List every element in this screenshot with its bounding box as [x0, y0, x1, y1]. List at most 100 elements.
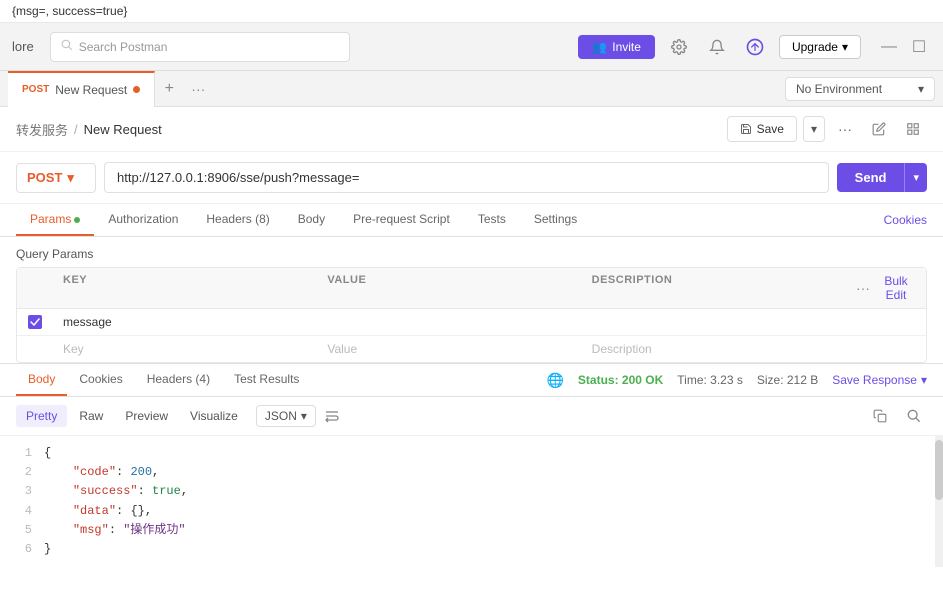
query-params-label: Query Params	[16, 247, 927, 261]
tab-pre-request[interactable]: Pre-request Script	[339, 204, 464, 236]
save-button[interactable]: Save	[727, 116, 797, 142]
code-view[interactable]: 1 2 3 4 5 6 { "code": 200, "success": tr…	[0, 436, 935, 567]
params-more-button[interactable]: ···	[856, 280, 870, 296]
header-value: VALUE	[317, 268, 581, 308]
code-line-6: }	[44, 540, 919, 559]
save-response-button[interactable]: Save Response ▾	[832, 373, 927, 387]
save-label: Save	[757, 122, 784, 136]
status-text: Status: 200 OK	[578, 373, 663, 387]
minimize-button[interactable]: —	[877, 35, 901, 59]
tab-method-label: POST	[22, 84, 49, 95]
scrollbar-thumb[interactable]	[935, 440, 943, 500]
empty-value-cell[interactable]: Value	[317, 336, 581, 362]
maximize-button[interactable]: ☐	[907, 35, 931, 59]
tab-params[interactable]: Params	[16, 204, 94, 236]
invite-icon: 👥	[592, 40, 607, 54]
save-dropdown-button[interactable]: ▾	[803, 116, 825, 142]
tab-name: New Request	[55, 83, 127, 97]
res-tab-headers[interactable]: Headers (4)	[135, 364, 222, 396]
param-key-cell[interactable]: message	[53, 309, 317, 335]
fmt-pretty[interactable]: Pretty	[16, 405, 67, 427]
fmt-visualize[interactable]: Visualize	[180, 405, 248, 427]
env-label: No Environment	[796, 82, 882, 96]
time-text: Time: 3.23 s	[677, 373, 743, 387]
wrap-lines-button[interactable]	[318, 406, 346, 426]
send-button[interactable]: Send	[837, 163, 905, 192]
upgrade-button[interactable]: Upgrade ▾	[779, 35, 861, 59]
params-table-header: KEY VALUE DESCRIPTION ··· Bulk Edit	[17, 268, 926, 309]
code-line-1: {	[44, 444, 919, 463]
sync-button[interactable]	[741, 33, 769, 61]
scrollbar-track[interactable]	[935, 436, 943, 567]
title-bar: {msg=, success=true}	[0, 0, 943, 23]
tab-headers[interactable]: Headers (8)	[192, 204, 283, 236]
url-bar: POST ▾ Send ▾	[0, 152, 943, 204]
param-key-value: message	[63, 315, 112, 329]
tab-tests[interactable]: Tests	[464, 204, 520, 236]
param-checkbox[interactable]	[28, 315, 42, 329]
environment-selector[interactable]: No Environment ▾	[785, 77, 935, 101]
param-checkbox-cell[interactable]	[17, 309, 53, 335]
code-line-5: "msg": "操作成功"	[44, 521, 919, 540]
breadcrumb-current: New Request	[84, 122, 162, 137]
send-group: Send ▾	[837, 163, 927, 192]
code-line-3: "success": true,	[44, 482, 919, 501]
res-tab-cookies[interactable]: Cookies	[67, 364, 134, 396]
globe-icon: 🌐	[546, 372, 563, 389]
save-response-chevron-icon: ▾	[921, 373, 927, 387]
active-tab[interactable]: POST New Request	[8, 71, 155, 107]
header-actions: ··· Bulk Edit	[846, 268, 926, 308]
tab-unsaved-indicator	[133, 86, 140, 93]
res-tab-body[interactable]: Body	[16, 364, 67, 396]
empty-key-cell[interactable]: Key	[53, 336, 317, 362]
res-tab-test-results[interactable]: Test Results	[222, 364, 311, 396]
tab-settings[interactable]: Settings	[520, 204, 591, 236]
param-row: message	[17, 309, 926, 336]
settings-button[interactable]	[665, 33, 693, 61]
param-desc-cell[interactable]	[582, 316, 846, 328]
edit-button[interactable]	[865, 115, 893, 143]
tabs-more-button[interactable]: ···	[183, 77, 213, 101]
response-section: Body Cookies Headers (4) Test Results 🌐 …	[0, 363, 943, 567]
fmt-raw[interactable]: Raw	[69, 405, 113, 427]
more-options-button[interactable]: ···	[831, 115, 859, 143]
fmt-preview[interactable]: Preview	[115, 405, 178, 427]
tab-body[interactable]: Body	[284, 204, 339, 236]
chevron-down-icon: ▾	[842, 40, 848, 54]
breadcrumb-parent[interactable]: 转发服务	[16, 120, 68, 139]
empty-desc-cell[interactable]: Description	[582, 336, 846, 362]
param-value-cell[interactable]	[317, 316, 581, 328]
notifications-button[interactable]	[703, 33, 731, 61]
view-toggle-button[interactable]	[899, 115, 927, 143]
bulk-edit-button[interactable]: Bulk Edit	[876, 274, 916, 302]
header-checkbox-col	[17, 268, 53, 308]
code-line-2: "code": 200,	[44, 463, 919, 482]
method-label: POST	[27, 170, 62, 185]
copy-response-button[interactable]	[867, 403, 893, 429]
empty-value-placeholder: Value	[327, 342, 357, 356]
tab-authorization[interactable]: Authorization	[94, 204, 192, 236]
response-tabs-bar: Body Cookies Headers (4) Test Results 🌐 …	[0, 364, 943, 397]
breadcrumb: 转发服务 / New Request Save ▾ ···	[0, 107, 943, 152]
method-selector[interactable]: POST ▾	[16, 163, 96, 193]
code-view-container: 1 2 3 4 5 6 { "code": 200, "success": tr…	[0, 436, 943, 567]
response-status-bar: 🌐 Status: 200 OK Time: 3.23 s Size: 212 …	[546, 372, 927, 389]
format-bar: Pretty Raw Preview Visualize JSON ▾	[0, 397, 943, 436]
param-row-actions	[846, 316, 926, 328]
new-tab-button[interactable]: +	[155, 75, 183, 103]
title-text: {msg=, success=true}	[12, 4, 127, 18]
window-controls: — ☐	[877, 35, 931, 59]
breadcrumb-separator: /	[74, 122, 78, 137]
nav-right: 👥 Invite Upgrade ▾ — ☐	[578, 33, 931, 61]
send-dropdown-button[interactable]: ▾	[904, 163, 927, 192]
search-bar[interactable]: Search Postman	[50, 32, 350, 62]
cookies-link[interactable]: Cookies	[884, 213, 927, 227]
empty-checkbox-cell	[17, 343, 53, 355]
format-selector[interactable]: JSON ▾	[256, 405, 316, 427]
top-nav: lore Search Postman 👥 Invite Upgrade ▾ —…	[0, 23, 943, 71]
url-input[interactable]	[104, 162, 829, 193]
params-table: KEY VALUE DESCRIPTION ··· Bulk Edit mess…	[16, 267, 927, 363]
search-response-button[interactable]	[901, 403, 927, 429]
upgrade-label: Upgrade	[792, 40, 838, 54]
invite-button[interactable]: 👥 Invite	[578, 35, 655, 59]
